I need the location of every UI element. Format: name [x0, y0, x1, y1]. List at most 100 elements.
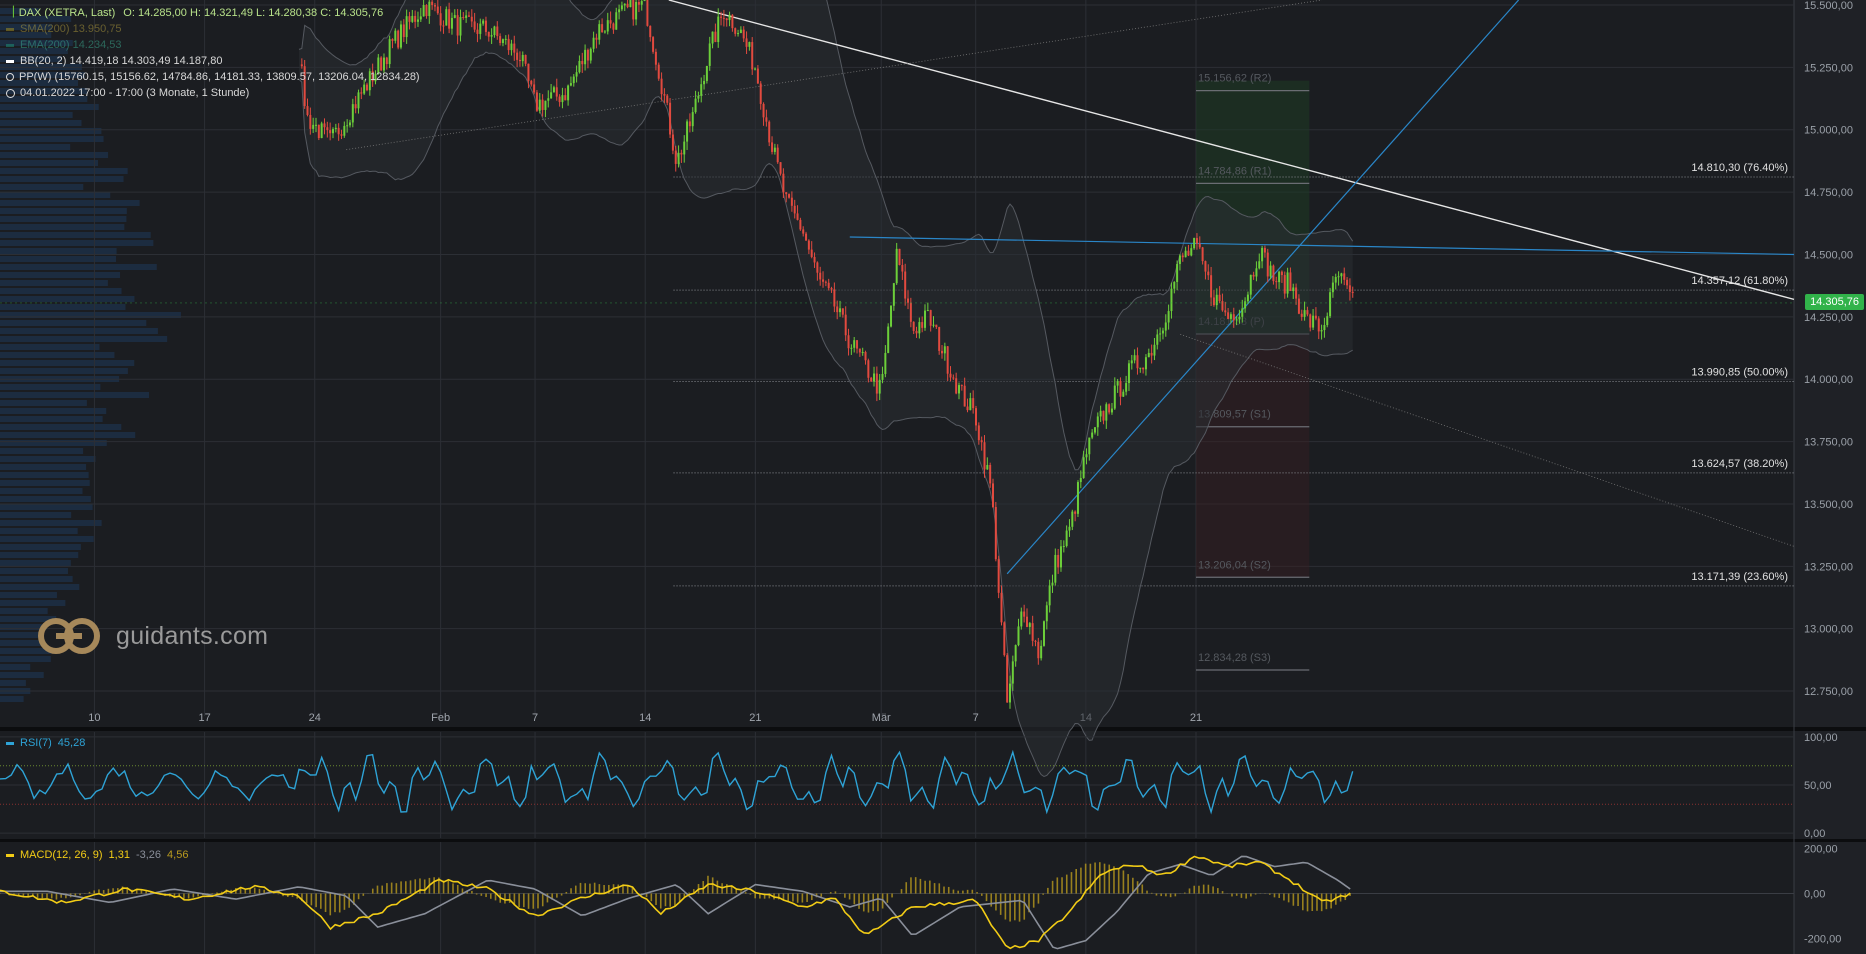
macd-legend-v1: 1,31	[108, 849, 130, 861]
candlestick-icon: ▕	[6, 7, 14, 18]
candle-body	[1161, 330, 1164, 334]
candle-body	[983, 442, 986, 470]
macd-histogram-bar	[1009, 893, 1011, 922]
candle-body	[1122, 391, 1125, 397]
candle-body	[887, 326, 890, 353]
macd-histogram-bar	[546, 893, 549, 903]
macd-histogram-bar	[329, 893, 332, 916]
candle-body	[541, 99, 544, 110]
candle-body	[1127, 363, 1130, 384]
legend-sma[interactable]: SMA(200) 13.950,75	[6, 21, 420, 37]
candle-body	[490, 35, 493, 37]
macd-legend[interactable]: MACD(12, 26, 9) 1,31 -3,26 4,56	[6, 849, 188, 861]
candle-body	[1218, 294, 1221, 302]
candle-body	[623, 3, 626, 6]
legend-ema[interactable]: EMA(200) 14.234,53	[6, 37, 420, 53]
macd-histogram-bar	[914, 877, 917, 894]
macd-histogram-bar	[1141, 884, 1144, 894]
candle-body	[314, 124, 317, 126]
macd-histogram-bar	[1306, 893, 1309, 912]
candle-body	[1017, 626, 1020, 646]
candle-body	[1085, 454, 1088, 458]
bb-swatch-icon	[6, 59, 14, 63]
macd-histogram-bar	[107, 888, 110, 894]
candle-body	[901, 265, 904, 272]
candle-body	[921, 322, 924, 328]
fib-level-label: 14.810,30 (76.40%)	[1691, 162, 1788, 174]
candle-body	[436, 6, 439, 14]
volume-profile-bar	[0, 672, 44, 678]
volume-profile-bar	[0, 440, 107, 446]
candle-body	[422, 5, 425, 17]
macd-histogram-bar	[669, 893, 671, 907]
candle-body	[1011, 661, 1014, 684]
candle-body	[484, 20, 487, 32]
legend-pp[interactable]: PP(W) (15760.15, 15156.62, 14784.86, 141…	[6, 69, 420, 85]
rsi-axis-label: 0,00	[1804, 828, 1825, 840]
candle-body	[547, 98, 550, 101]
candle-body	[847, 335, 850, 349]
time-axis-label: Mär	[872, 712, 891, 724]
macd-histogram-bar	[848, 893, 851, 900]
volume-profile-bar	[0, 176, 124, 182]
volume-profile-bar	[0, 264, 157, 270]
legend-range[interactable]: 04.01.2022 17:00 - 17:00 (3 Monate, 1 St…	[6, 85, 420, 101]
legend-bb[interactable]: BB(20, 2) 14.419,18 14.303,49 14.187,80	[6, 53, 420, 69]
candle-body	[1326, 316, 1329, 326]
candle-body	[1198, 243, 1201, 248]
legend-instrument: ▕ DAX (XETRA, Last) O: 14.285,00 H: 14.3…	[6, 5, 420, 21]
volume-profile-bar	[0, 696, 24, 702]
macd-histogram-bar	[334, 893, 336, 913]
macd-axis-label: 200,00	[1804, 844, 1838, 856]
candle-body	[1337, 276, 1340, 278]
candle-body	[1241, 308, 1244, 317]
candle-body	[745, 38, 748, 47]
pivot-label: 15.156,62 (R2)	[1198, 73, 1271, 85]
candle-body	[1079, 477, 1082, 483]
macd-histogram-bar	[381, 885, 384, 894]
rsi-legend[interactable]: RSI(7) 45,28	[6, 737, 85, 749]
macd-histogram-bar	[471, 890, 473, 894]
candle-body	[1113, 385, 1116, 409]
candle-body	[620, 5, 623, 10]
candle-body	[810, 249, 813, 257]
macd-histogram-bar	[386, 883, 388, 894]
candle-body	[595, 37, 598, 40]
macd-histogram-bar	[1127, 874, 1129, 894]
macd-histogram-bar	[258, 888, 261, 894]
volume-profile-bar	[0, 680, 26, 686]
chart-legend: ▕ DAX (XETRA, Last) O: 14.285,00 H: 14.3…	[6, 5, 420, 101]
volume-profile-bar	[0, 456, 96, 462]
candle-body	[768, 121, 771, 143]
candle-body	[462, 16, 465, 18]
price-axis-background	[1794, 0, 1866, 954]
candle-body	[660, 78, 663, 95]
candle-body	[496, 26, 499, 37]
candle-body	[1147, 352, 1150, 358]
candle-body	[643, 0, 646, 2]
macd-histogram-bar	[947, 886, 950, 894]
candle-body	[1317, 318, 1320, 332]
candle-body	[819, 272, 822, 280]
macd-histogram-bar	[310, 893, 313, 906]
chart-background	[0, 0, 1866, 954]
candle-body	[428, 1, 431, 17]
candle-body	[884, 352, 887, 374]
candle-body	[793, 205, 796, 214]
volume-profile-bar	[0, 496, 91, 502]
macd-histogram-bar	[433, 877, 435, 894]
candle-body	[776, 147, 779, 163]
candle-body	[688, 121, 691, 127]
macd-histogram-bar	[1174, 893, 1177, 897]
macd-histogram-bar	[844, 893, 846, 898]
candle-body	[1212, 297, 1215, 306]
macd-histogram-bar	[1099, 862, 1101, 894]
candle-body	[904, 271, 907, 299]
candle-body	[875, 373, 878, 394]
guidants-logo-icon	[36, 616, 104, 656]
candle-body	[419, 16, 422, 20]
candle-body	[873, 373, 876, 382]
macd-histogram-bar	[50, 893, 53, 899]
macd-histogram-bar	[674, 893, 676, 907]
legend-ema-text: EMA(200) 14.234,53	[20, 39, 122, 51]
